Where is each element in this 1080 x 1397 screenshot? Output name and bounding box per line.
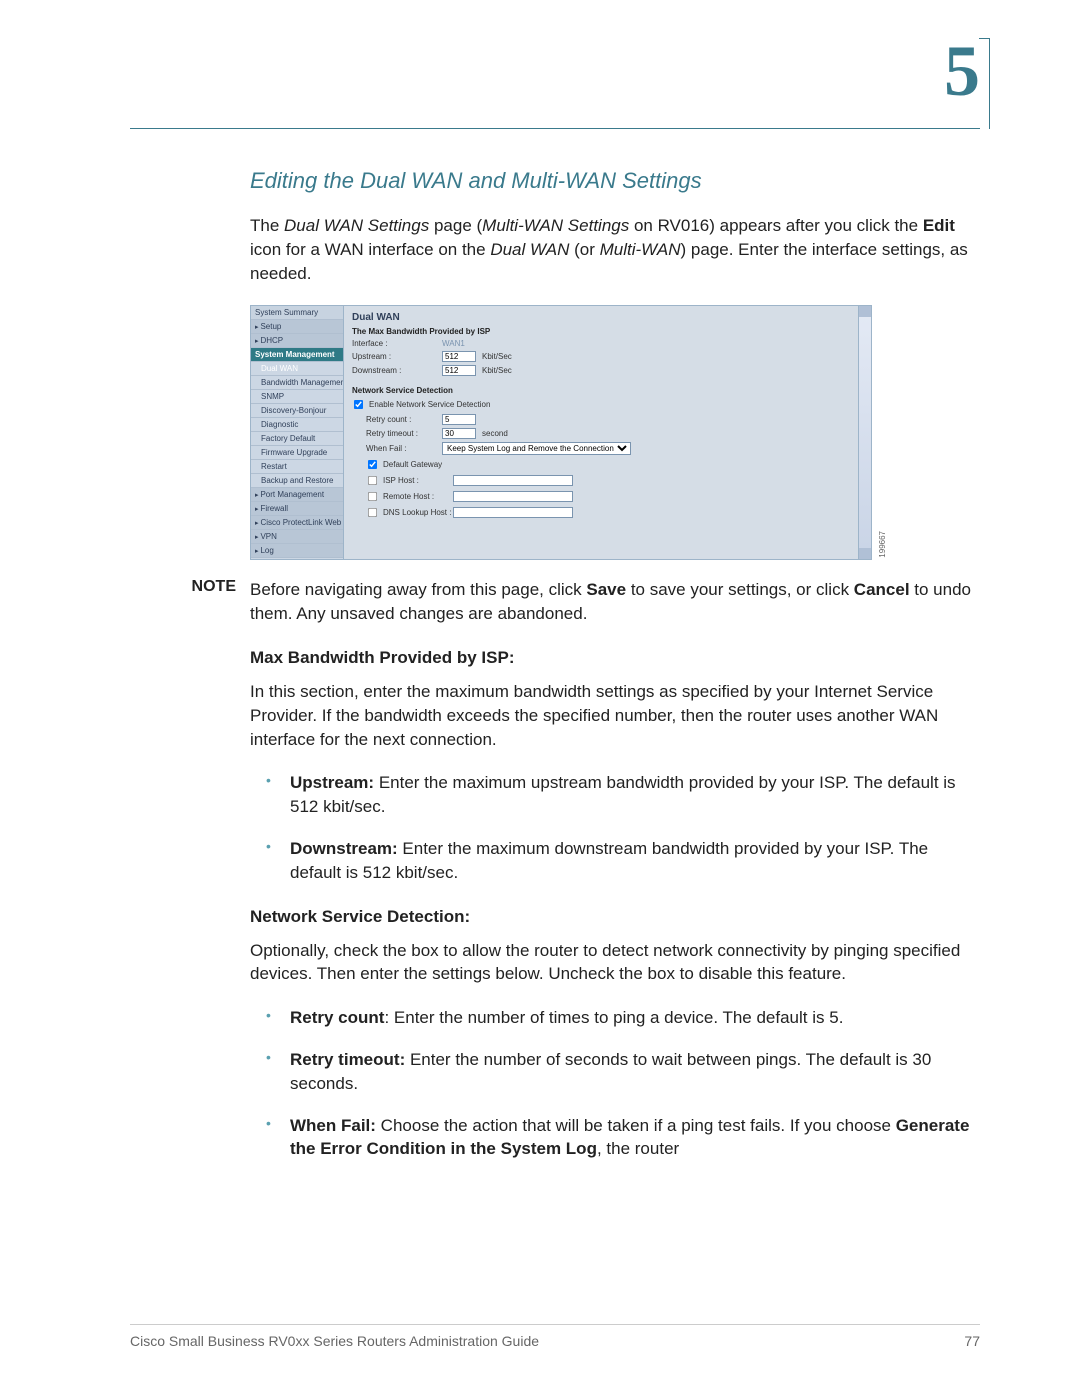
note-label: NOTE [130,578,250,626]
remote-host-label: Remote Host : [383,492,453,501]
section-heading: Editing the Dual WAN and Multi-WAN Setti… [250,168,980,194]
sidebar-item[interactable]: DHCP [251,334,343,348]
sidebar-item[interactable]: Restart [251,460,343,474]
sidebar-item[interactable]: Diagnostic [251,418,343,432]
panel-title: Dual WAN [352,312,863,323]
sidebar-item[interactable]: Setup [251,320,343,334]
sidebar-item[interactable]: Firewall [251,502,343,516]
enable-detection-label: Enable Network Service Detection [369,400,490,409]
sub1-text: In this section, enter the maximum bandw… [250,680,980,751]
isp-host-label: ISP Host : [383,476,453,485]
sidebar-item[interactable]: System Summary [251,306,343,320]
screenshot-sidebar: System SummarySetupDHCPSystem Management… [251,306,344,559]
retry-timeout-input[interactable] [442,428,476,439]
default-gateway-checkbox[interactable] [368,460,377,469]
sidebar-item[interactable]: Port Management [251,488,343,502]
dns-lookup-input[interactable] [453,507,573,518]
sub2-text: Optionally, check the box to allow the r… [250,939,980,987]
isp-host-checkbox[interactable] [368,476,377,485]
header-tab-decor [979,38,990,129]
list-item: Downstream: Enter the maximum downstream… [250,837,980,885]
list-item: Retry timeout: Enter the number of secon… [250,1048,980,1096]
dns-lookup-label: DNS Lookup Host : [383,508,453,517]
upstream-input[interactable] [442,351,476,362]
footer-left: Cisco Small Business RV0xx Series Router… [130,1333,539,1349]
when-fail-label: When Fail : [366,444,442,453]
sub1-bullet-list: Upstream: Enter the maximum upstream ban… [250,771,980,884]
sidebar-item[interactable]: Log [251,544,343,558]
sidebar-item[interactable]: Factory Default [251,432,343,446]
section1-title: The Max Bandwidth Provided by ISP [352,327,863,336]
sidebar-item[interactable]: VPN [251,530,343,544]
sidebar-item[interactable]: Cisco ProtectLink Web [251,516,343,530]
chapter-number: 5 [944,30,980,113]
retry-timeout-unit: second [482,429,508,438]
note-body: Before navigating away from this page, c… [250,578,980,626]
remote-host-checkbox[interactable] [368,492,377,501]
section2-title: Network Service Detection [352,386,863,395]
config-screenshot: System SummarySetupDHCPSystem Management… [250,305,872,560]
enable-detection-checkbox[interactable] [354,400,363,409]
intro-paragraph: The Dual WAN Settings page (Multi-WAN Se… [250,214,980,285]
screenshot-image-id: 199667 [878,531,887,558]
upstream-unit: Kbit/Sec [482,352,512,361]
dns-lookup-checkbox[interactable] [368,508,377,517]
sidebar-item[interactable]: Wizard [251,558,343,559]
sidebar-item[interactable]: Dual WAN [251,362,343,376]
downstream-input[interactable] [442,365,476,376]
downstream-unit: Kbit/Sec [482,366,512,375]
sidebar-item[interactable]: System Management [251,348,343,362]
sub2-heading: Network Service Detection: [250,907,980,927]
footer-page-number: 77 [964,1333,980,1349]
sidebar-item[interactable]: SNMP [251,390,343,404]
remote-host-input[interactable] [453,491,573,502]
downstream-label: Downstream : [352,366,442,375]
list-item: Retry count: Enter the number of times t… [250,1006,980,1030]
sidebar-item[interactable]: Backup and Restore [251,474,343,488]
sidebar-item[interactable]: Discovery-Bonjour [251,404,343,418]
interface-value: WAN1 [442,339,465,348]
upstream-label: Upstream : [352,352,442,361]
list-item: When Fail: Choose the action that will b… [250,1114,980,1162]
isp-host-input[interactable] [453,475,573,486]
list-item: Upstream: Enter the maximum upstream ban… [250,771,980,819]
sub2-bullet-list: Retry count: Enter the number of times t… [250,1006,980,1161]
interface-label: Interface : [352,339,442,348]
sidebar-item[interactable]: Firmware Upgrade [251,446,343,460]
sub1-heading: Max Bandwidth Provided by ISP: [250,648,980,668]
sidebar-item[interactable]: Bandwidth Management [251,376,343,390]
header-rule [130,128,980,129]
page-footer: Cisco Small Business RV0xx Series Router… [130,1324,980,1349]
when-fail-select[interactable]: Keep System Log and Remove the Connectio… [442,442,631,455]
screenshot-main-panel: Dual WAN The Max Bandwidth Provided by I… [344,306,871,559]
screenshot-scrollbar[interactable] [858,306,871,559]
retry-timeout-label: Retry timeout : [366,429,442,438]
default-gateway-label: Default Gateway [383,460,442,469]
retry-count-input[interactable] [442,414,476,425]
retry-count-label: Retry count : [366,415,442,424]
